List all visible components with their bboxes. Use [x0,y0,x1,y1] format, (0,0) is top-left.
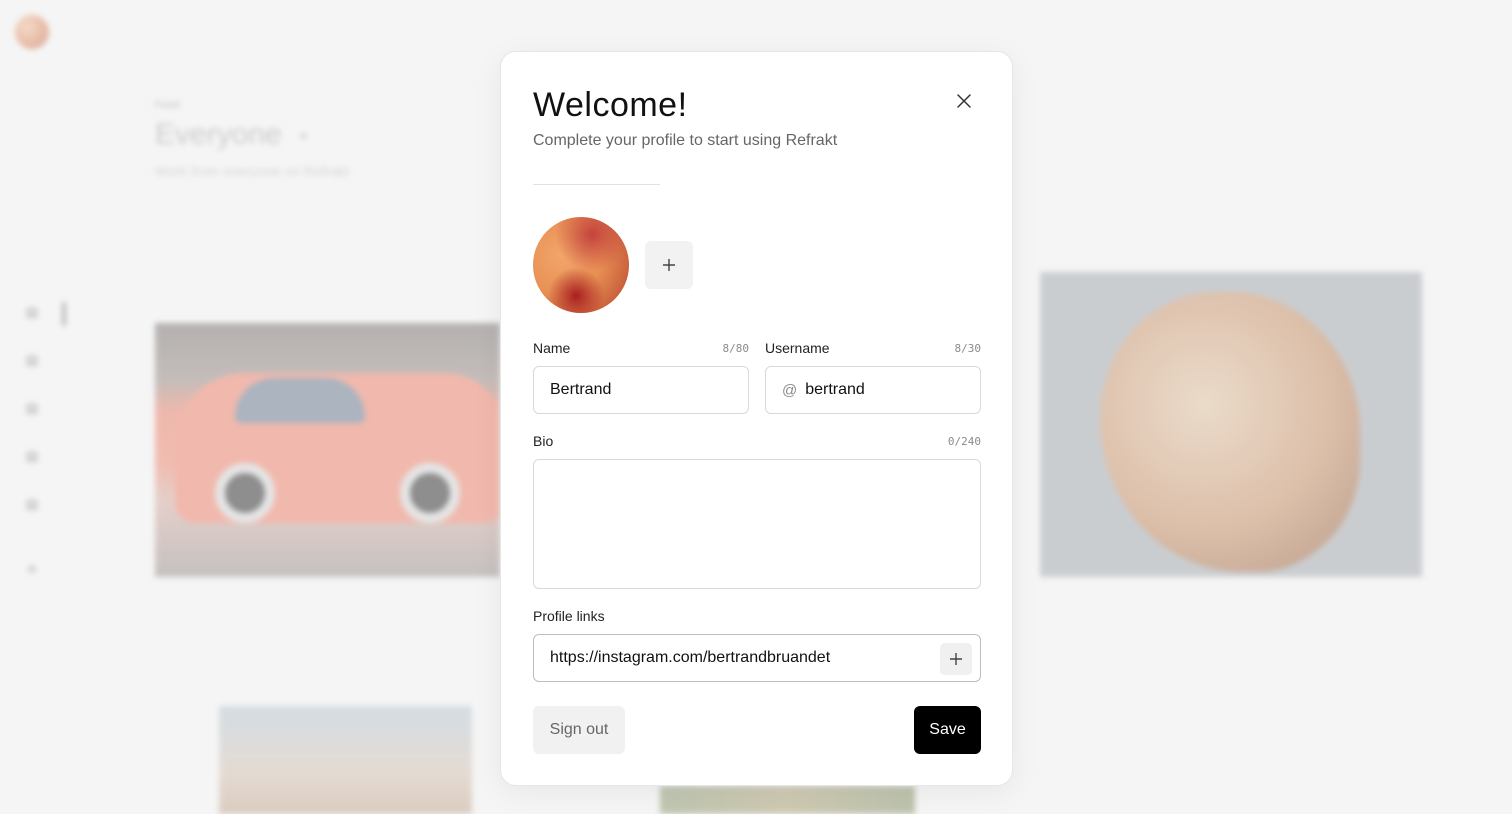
rail-gallery-icon[interactable] [26,451,38,463]
username-value: bertrand [805,381,865,398]
username-label: Username [765,340,830,356]
profile-avatar[interactable] [533,217,629,313]
modal-subtitle: Complete your profile to start using Ref… [533,132,838,149]
feed-image-dog[interactable] [1040,272,1422,577]
rail-columns-icon[interactable] [26,403,38,415]
sign-out-button[interactable]: Sign out [533,706,625,754]
user-avatar[interactable] [15,15,49,49]
rail-grid-icon[interactable] [26,307,38,319]
modal-title: Welcome! [533,86,688,124]
feed-title[interactable]: Everyone [155,118,282,152]
username-counter: 8/30 [954,342,982,355]
feed-image-landscape[interactable] [660,786,915,814]
add-link-button[interactable] [940,643,972,675]
bio-label: Bio [533,433,554,449]
close-icon [957,94,971,108]
name-value: Bertrand [550,381,612,398]
bio-field[interactable] [533,459,981,589]
chevron-down-icon[interactable]: ▾ [300,128,307,145]
profile-links-label: Profile links [533,608,605,624]
divider [533,184,660,185]
feed-subtitle: Work from everyone on Refrakt [155,163,350,179]
rail-more-icon[interactable] [28,565,36,573]
profile-link-value: https://instagram.com/bertrandbruandet [550,649,831,666]
bio-counter: 0/240 [947,435,981,448]
username-field[interactable]: @ bertrand [765,366,981,414]
feed-kicker: Feed [155,99,181,111]
add-avatar-button[interactable] [645,241,693,289]
rail-list-icon[interactable] [26,355,38,367]
save-button[interactable]: Save [914,706,981,754]
name-field[interactable]: Bertrand [533,366,749,414]
feed-image-bird[interactable] [219,706,472,814]
plus-icon [950,653,962,665]
name-label: Name [533,340,571,356]
profile-modal: Welcome! Complete your profile to start … [500,51,1013,786]
rail-stack-icon[interactable] [26,499,38,511]
plus-icon [663,259,675,271]
at-prefix: @ [782,381,798,399]
rail-active-indicator [62,302,66,326]
close-button[interactable] [951,88,977,114]
name-counter: 8/80 [722,342,750,355]
feed-image-race-car[interactable] [155,323,500,577]
profile-link-field[interactable]: https://instagram.com/bertrandbruandet [533,634,981,682]
